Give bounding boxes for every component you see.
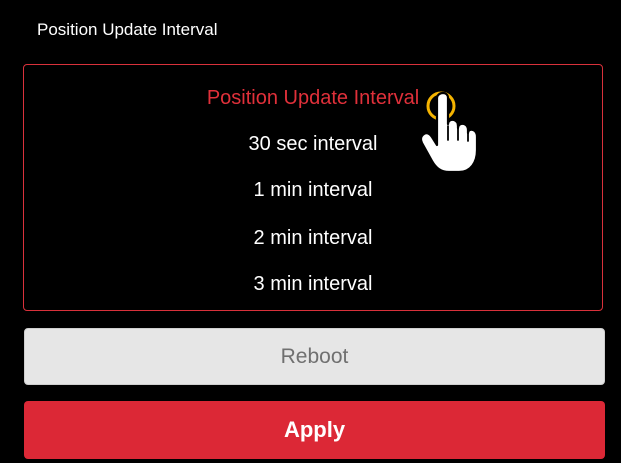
option-2-min[interactable]: 2 min interval [24,225,602,251]
device-screen: Position Update Interval Position Update… [0,0,627,469]
picker-header: Position Update Interval [206,87,420,109]
option-3-min[interactable]: 3 min interval [24,271,602,297]
interval-picker[interactable]: Position Update Interval 30 sec interval… [23,64,603,311]
option-1-min[interactable]: 1 min interval [24,177,602,203]
reboot-button[interactable]: Reboot [24,328,605,385]
option-30-sec[interactable]: 30 sec interval [24,131,602,157]
apply-button[interactable]: Apply [24,401,605,459]
screen-title: Position Update Interval [37,20,218,39]
